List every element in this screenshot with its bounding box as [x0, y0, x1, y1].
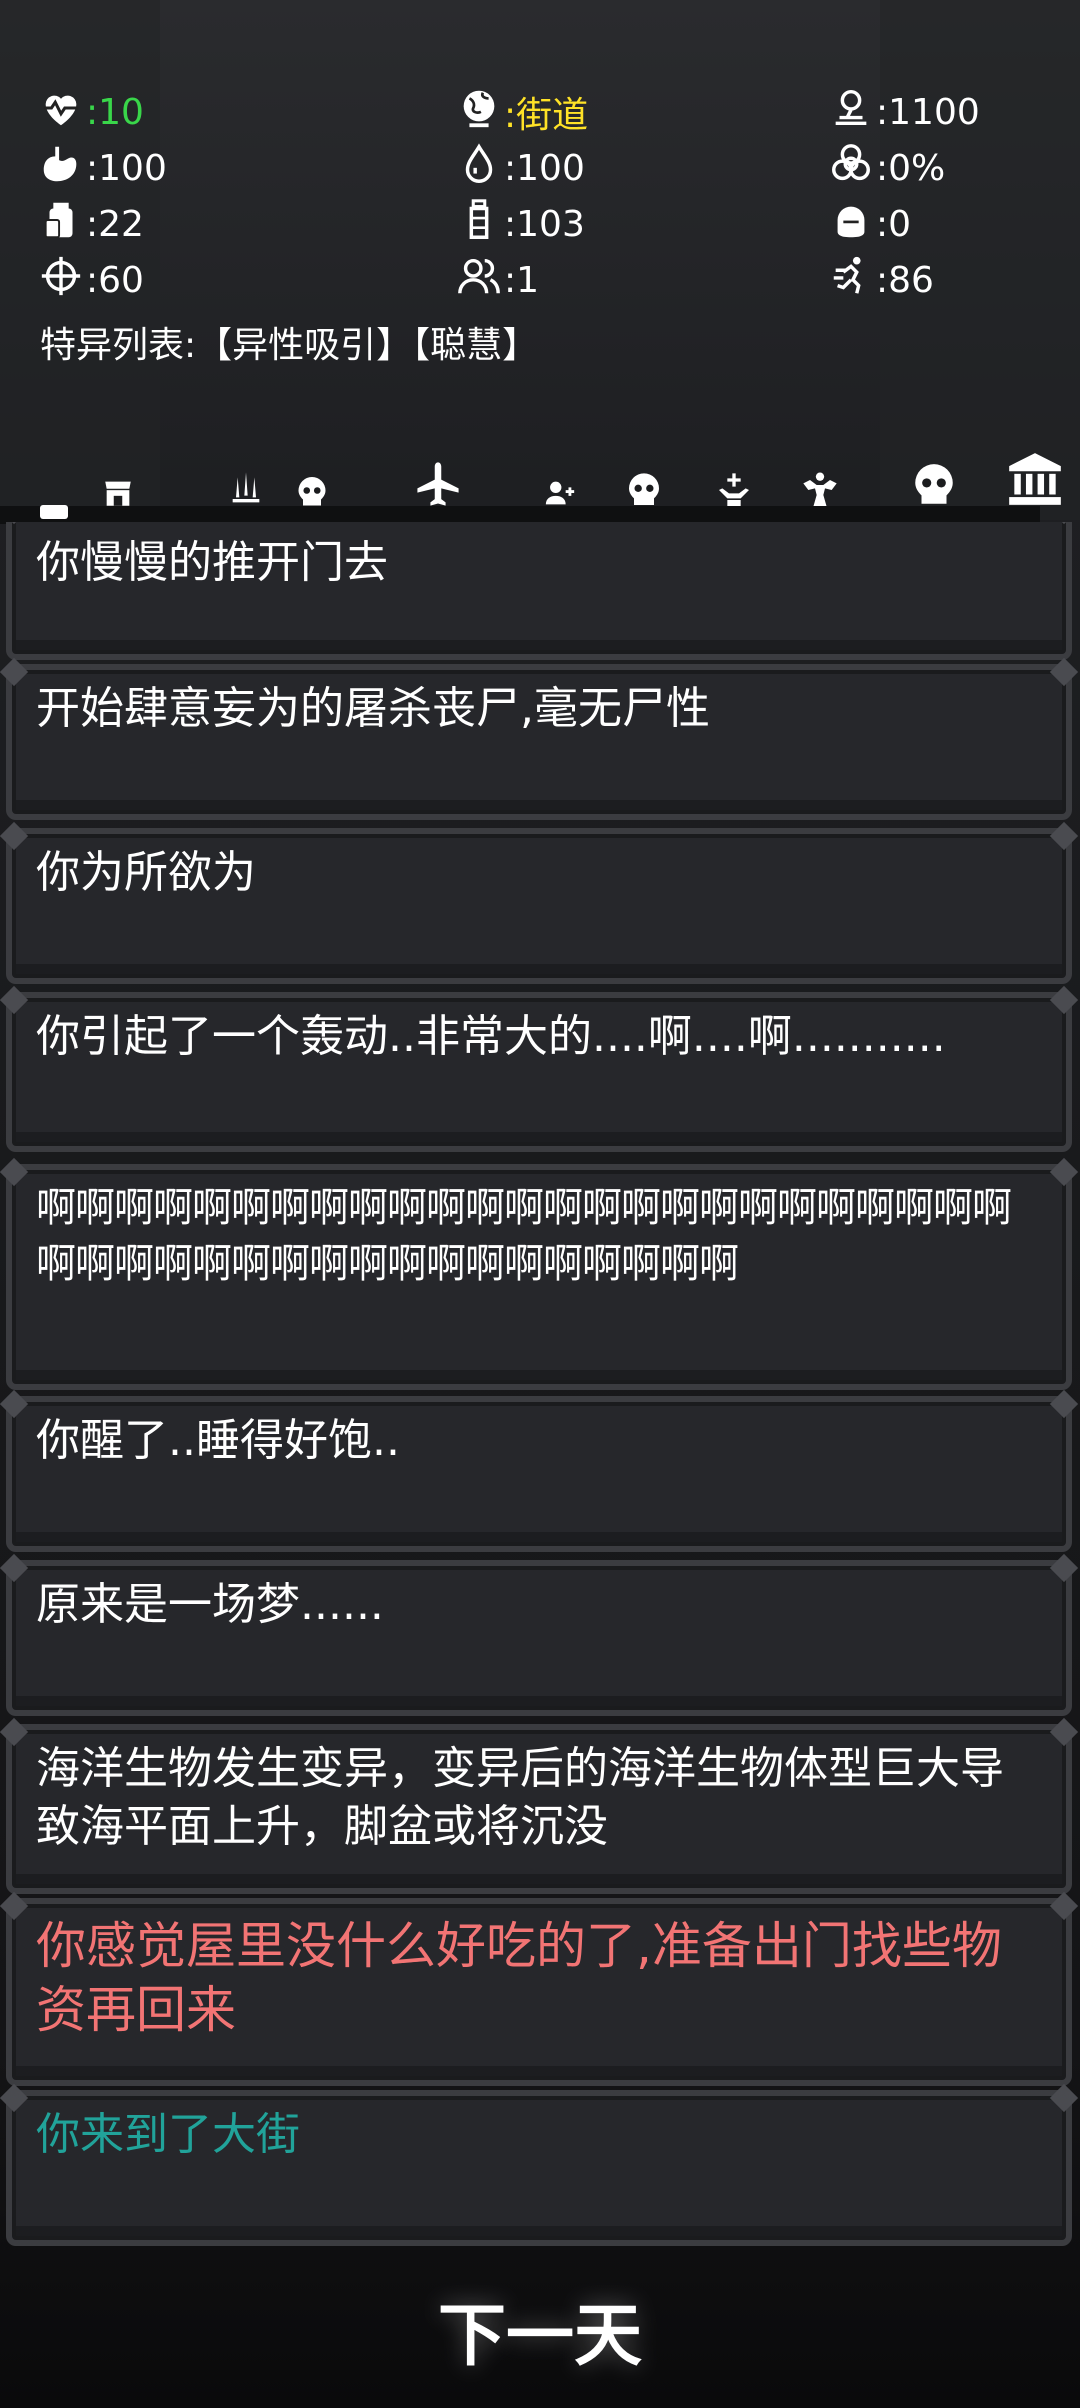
log-entry-text: 开始肆意妄为的屠杀丧尸,毫无尸性 — [36, 683, 710, 734]
water-bottle-icon — [456, 197, 504, 252]
distance-value: :1100 — [876, 91, 980, 133]
next-day-button[interactable]: 下一天 — [0, 2280, 1080, 2379]
log-entry-text: 你引起了一个轰动..非常大的....啊....啊........... — [36, 1011, 946, 1062]
agility-value: :86 — [876, 259, 934, 301]
traits-list: 特异列表:【异性吸引】【聪慧】 — [40, 325, 539, 366]
infection-value: :0% — [876, 147, 946, 189]
biohazard-icon — [828, 141, 876, 196]
tab-indicator — [40, 505, 68, 519]
airplane-icon[interactable] — [410, 438, 466, 510]
people-icon — [456, 253, 504, 308]
health-value: :10 — [86, 91, 144, 133]
log-entry: 海洋生物发生变异，变异后的海洋生物体型巨大导致海平面上升，脚盆或将沉没 — [6, 1724, 1072, 1894]
log-entry: 啊啊啊啊啊啊啊啊啊啊啊啊啊啊啊啊啊啊啊啊啊啊啊啊啊啊啊啊啊啊啊啊啊啊啊啊啊啊啊啊… — [6, 1164, 1072, 1390]
thirst-value: :100 — [504, 147, 585, 189]
log-entry: 你引起了一个轰动..非常大的....啊....啊........... — [6, 992, 1072, 1152]
water-drop-icon — [456, 141, 504, 196]
log-entry-text: 海洋生物发生变异，变异后的海洋生物体型巨大导致海平面上升，脚盆或将沉没 — [36, 1743, 1004, 1852]
helmet-icon — [828, 197, 876, 252]
skull-icon[interactable] — [290, 438, 334, 510]
log-entry-text: 你慢慢的推开门去 — [36, 537, 388, 588]
health-stat: :10 — [38, 86, 144, 138]
infection-stat: :0% — [828, 142, 945, 194]
log-entry-text: 你为所欲为 — [36, 847, 256, 898]
hunger-stat: :100 — [38, 142, 167, 194]
globe-icon — [456, 85, 504, 140]
distance-stat: :1100 — [828, 86, 980, 138]
agility-stat: :86 — [828, 254, 934, 306]
hand-cross-icon[interactable] — [712, 438, 756, 510]
stomach-icon — [38, 141, 86, 196]
armor-value: :0 — [876, 203, 912, 245]
log-entry-text: 你来到了大街 — [36, 2109, 300, 2160]
location-stat: :街道 — [456, 86, 588, 138]
running-icon — [828, 253, 876, 308]
shop-icon[interactable] — [96, 438, 140, 510]
log-entry: 你醒了..睡得好饱.. — [6, 1396, 1072, 1552]
location-value: :街道 — [504, 95, 589, 136]
water-stat: :103 — [456, 198, 585, 250]
food-can-icon — [38, 197, 86, 252]
survivors-value: :1 — [504, 259, 540, 301]
skull-icon[interactable] — [906, 438, 962, 510]
log-entry-text: 你感觉屋里没什么好吃的了,准备出门找些物资再回来 — [36, 1917, 1002, 2039]
log-entry-text: 你醒了..睡得好饱.. — [36, 1415, 400, 1466]
log-entry: 你感觉屋里没什么好吃的了,准备出门找些物资再回来 — [6, 1898, 1072, 2086]
ammo-stat: :60 — [38, 254, 144, 306]
map-pin-icon — [828, 85, 876, 140]
event-log[interactable]: 你慢慢的推开门去 开始肆意妄为的屠杀丧尸,毫无尸性 你为所欲为 你引起了一个轰动… — [0, 522, 1080, 2247]
food-stat: :22 — [38, 198, 144, 250]
crosshair-icon — [38, 253, 86, 308]
thirst-stat: :100 — [456, 142, 585, 194]
heart-pulse-icon — [38, 85, 86, 140]
water-value: :103 — [504, 203, 585, 245]
log-entry: 原来是一场梦...... — [6, 1560, 1072, 1716]
add-person-icon[interactable] — [538, 438, 582, 510]
weapons-icon[interactable] — [224, 438, 268, 510]
log-entry: 你来到了大街 — [6, 2090, 1072, 2246]
food-value: :22 — [86, 203, 144, 245]
hunger-value: :100 — [86, 147, 167, 189]
log-entry: 你慢慢的推开门去 — [6, 522, 1072, 660]
skull-icon[interactable] — [620, 438, 668, 510]
strength-icon[interactable] — [792, 438, 848, 510]
bank-icon[interactable] — [1004, 438, 1066, 510]
survivors-stat: :1 — [456, 254, 539, 306]
ammo-value: :60 — [86, 259, 144, 301]
log-entry-text: 原来是一场梦...... — [36, 1579, 384, 1630]
log-entry-text: 啊啊啊啊啊啊啊啊啊啊啊啊啊啊啊啊啊啊啊啊啊啊啊啊啊啊啊啊啊啊啊啊啊啊啊啊啊啊啊啊… — [36, 1185, 1012, 1287]
armor-stat: :0 — [828, 198, 911, 250]
log-entry: 开始肆意妄为的屠杀丧尸,毫无尸性 — [6, 664, 1072, 820]
log-entry: 你为所欲为 — [6, 828, 1072, 984]
